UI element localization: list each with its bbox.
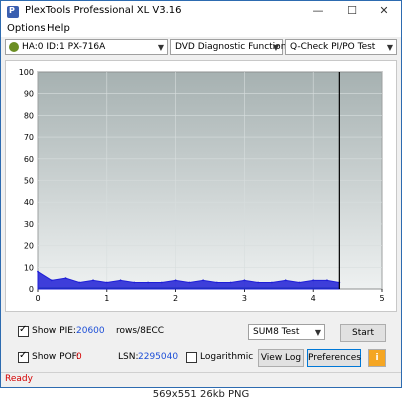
y-tick-label: 40 [24, 198, 34, 207]
show-pof-label: Show POF: [32, 352, 80, 362]
data-point [64, 277, 67, 280]
y-tick-label: 60 [24, 155, 34, 164]
data-point [312, 279, 315, 282]
show-pie-checkbox[interactable] [18, 324, 29, 337]
x-tick-label: 0 [35, 294, 40, 303]
maximize-button[interactable]: ☐ [335, 2, 369, 21]
menu-options[interactable]: Options [7, 23, 46, 34]
x-tick-label: 4 [311, 294, 316, 303]
data-point [160, 281, 163, 284]
window-title: PlexTools Professional XL V3.16 [25, 5, 182, 16]
drive-select[interactable]: HA:0 ID:1 PX-716A ▼ [5, 39, 168, 55]
drive-icon [9, 42, 19, 52]
x-tick-label: 1 [104, 294, 109, 303]
data-point [78, 281, 81, 284]
y-tick-label: 80 [24, 111, 34, 120]
logarithmic-label: Logarithmic [200, 352, 254, 362]
pi-po-chart: 0 10 20 30 40 50 60 70 80 90 100 0 1 2 3 4 5 [19, 68, 385, 303]
image-caption: 569x551 26kb PNG [152, 389, 250, 400]
sum8-test-select[interactable]: SUM8 Test ▼ [248, 324, 325, 340]
data-point [133, 281, 136, 284]
x-tick-label: 2 [173, 294, 178, 303]
menu-bar: Options Help [1, 21, 401, 37]
pie-value: 20600 [76, 326, 105, 336]
function-select[interactable]: DVD Diagnostic Functions ▼ [170, 39, 291, 55]
y-tick-label: 20 [24, 242, 34, 251]
data-point [147, 281, 149, 284]
y-tick-label: 70 [24, 133, 34, 142]
chevron-down-icon: ▼ [314, 328, 321, 337]
minimize-button[interactable]: — [301, 2, 335, 21]
show-pie-label: Show PIE: [32, 326, 76, 336]
data-point [257, 281, 260, 284]
data-point [105, 281, 108, 284]
image-caption-bar: 569x551 26kb PNG [0, 388, 402, 404]
y-tick-label: 30 [24, 220, 34, 229]
start-button[interactable]: Start [340, 324, 386, 342]
data-point [284, 279, 287, 282]
y-tick-label: 100 [19, 68, 34, 77]
chevron-down-icon: ▼ [386, 43, 393, 52]
data-point [202, 279, 205, 282]
status-text: Ready [5, 374, 33, 384]
x-tick-label: 5 [379, 294, 384, 303]
data-point [174, 279, 177, 282]
pie-unit: rows/8ECC [116, 326, 165, 336]
plextools-app-icon: P [7, 6, 19, 18]
close-button[interactable]: ✕ [367, 2, 401, 21]
data-point [229, 281, 232, 284]
data-point [50, 279, 53, 282]
test-select-value: Q-Check PI/PO Test [290, 42, 376, 52]
chevron-down-icon: ▼ [272, 43, 279, 52]
test-select[interactable]: Q-Check PI/PO Test ▼ [285, 39, 397, 55]
sum8-test-select-value: SUM8 Test [253, 327, 300, 337]
logarithmic-checkbox[interactable] [186, 352, 197, 363]
x-tick-label: 3 [242, 294, 247, 303]
view-log-button[interactable]: View Log [258, 349, 304, 367]
lsn-value: 2295040 [138, 352, 179, 362]
show-pof-checkbox[interactable] [18, 350, 29, 363]
data-point [298, 281, 301, 284]
menu-help[interactable]: Help [47, 23, 70, 34]
y-tick-label: 10 [24, 263, 34, 272]
y-tick-label: 0 [29, 285, 34, 294]
drive-select-value: HA:0 ID:1 PX-716A [22, 42, 106, 52]
preferences-button[interactable]: Preferences [307, 349, 361, 367]
title-bar: P PlexTools Professional XL V3.16 — ☐ ✕ [1, 1, 401, 21]
data-point [243, 279, 246, 282]
data-point [326, 279, 328, 282]
data-point [92, 279, 94, 282]
y-tick-label: 50 [24, 177, 34, 186]
y-tick-label: 90 [24, 90, 34, 99]
data-point [215, 281, 218, 284]
status-bar: Ready [1, 372, 401, 387]
info-icon[interactable]: i [368, 349, 386, 367]
lsn-label: LSN: [118, 352, 139, 362]
chevron-down-icon: ▼ [157, 43, 164, 52]
data-point [37, 270, 39, 273]
data-point [119, 279, 122, 282]
data-point [271, 281, 273, 284]
pof-value: 0 [76, 352, 82, 362]
data-point [188, 281, 191, 284]
